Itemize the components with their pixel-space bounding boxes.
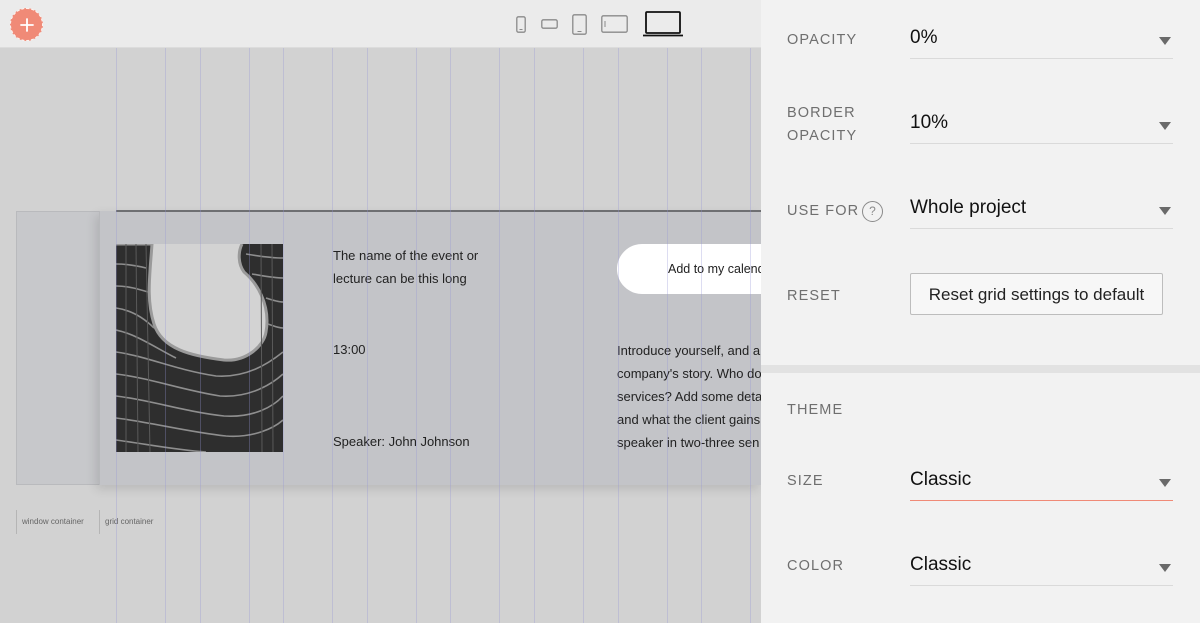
event-description-line: company's story. Who do xyxy=(617,366,761,381)
border-opacity-label: BORDER OPACITY xyxy=(787,105,858,144)
event-description: Introduce yourself, and a company's stor… xyxy=(617,339,761,454)
event-description-line: speaker in two-three sen xyxy=(617,435,760,450)
use-for-label: USE FOR xyxy=(787,203,860,219)
event-description-line: services? Add some deta xyxy=(617,389,761,404)
event-title: The name of the event or lecture can be … xyxy=(333,248,479,286)
use-for-value: Whole project xyxy=(910,197,1027,218)
grid-container-label: grid container xyxy=(99,510,153,534)
phone-landscape-icon xyxy=(540,19,558,29)
window-container-label: window container xyxy=(16,510,84,534)
tablet-portrait-icon xyxy=(571,13,587,35)
size-label: SIZE xyxy=(787,473,824,489)
panel-divider xyxy=(761,365,1200,373)
caret-down-icon xyxy=(1159,207,1171,215)
event-description-line: and what the client gains xyxy=(617,412,761,427)
canvas-area: The name of the event or lecture can be … xyxy=(0,0,761,623)
grid-settings-panel: OPACITY 0% BORDER OPACITY 10% USE FOR ? … xyxy=(761,0,1200,623)
caret-down-icon xyxy=(1159,564,1171,572)
opacity-label: OPACITY xyxy=(787,32,858,48)
opacity-select[interactable]: 0% xyxy=(910,15,1173,59)
reset-label: RESET xyxy=(787,288,841,304)
event-time: 13:00 xyxy=(333,342,366,357)
color-value: Classic xyxy=(910,554,972,575)
event-speaker: Speaker: John Johnson xyxy=(333,434,470,449)
device-tablet-portrait-button[interactable] xyxy=(568,0,590,48)
theme-label: THEME xyxy=(787,402,844,418)
border-opacity-value: 10% xyxy=(910,112,949,133)
opacity-value: 0% xyxy=(910,27,938,48)
size-select[interactable]: Classic xyxy=(910,457,1173,501)
use-for-select[interactable]: Whole project xyxy=(910,185,1173,229)
event-photo xyxy=(116,244,283,452)
color-select[interactable]: Classic xyxy=(910,542,1173,586)
building-photo-image xyxy=(116,244,283,452)
reset-grid-button[interactable]: Reset grid settings to default xyxy=(910,273,1163,315)
caret-down-icon xyxy=(1159,122,1171,130)
device-tablet-landscape-button[interactable] xyxy=(599,0,629,48)
border-opacity-select[interactable]: 10% xyxy=(910,100,1173,144)
caret-down-icon xyxy=(1159,479,1171,487)
size-value: Classic xyxy=(910,469,972,490)
device-laptop-button[interactable] xyxy=(640,0,686,48)
add-block-button[interactable] xyxy=(10,8,43,41)
event-description-line: Introduce yourself, and a xyxy=(617,343,761,358)
tablet-landscape-icon xyxy=(600,15,628,33)
plus-icon xyxy=(19,17,34,32)
device-phone-portrait-button[interactable] xyxy=(512,0,530,48)
add-to-calendar-button[interactable]: Add to my calendar xyxy=(617,244,761,294)
window-container[interactable] xyxy=(16,211,100,485)
laptop-icon xyxy=(643,11,683,37)
color-label: COLOR xyxy=(787,558,845,574)
phone-portrait-icon xyxy=(516,15,526,33)
grid-top-line xyxy=(116,210,761,212)
device-toolbar xyxy=(0,0,761,48)
question-icon[interactable]: ? xyxy=(862,201,883,222)
caret-down-icon xyxy=(1159,37,1171,45)
device-phone-landscape-button[interactable] xyxy=(539,0,559,48)
